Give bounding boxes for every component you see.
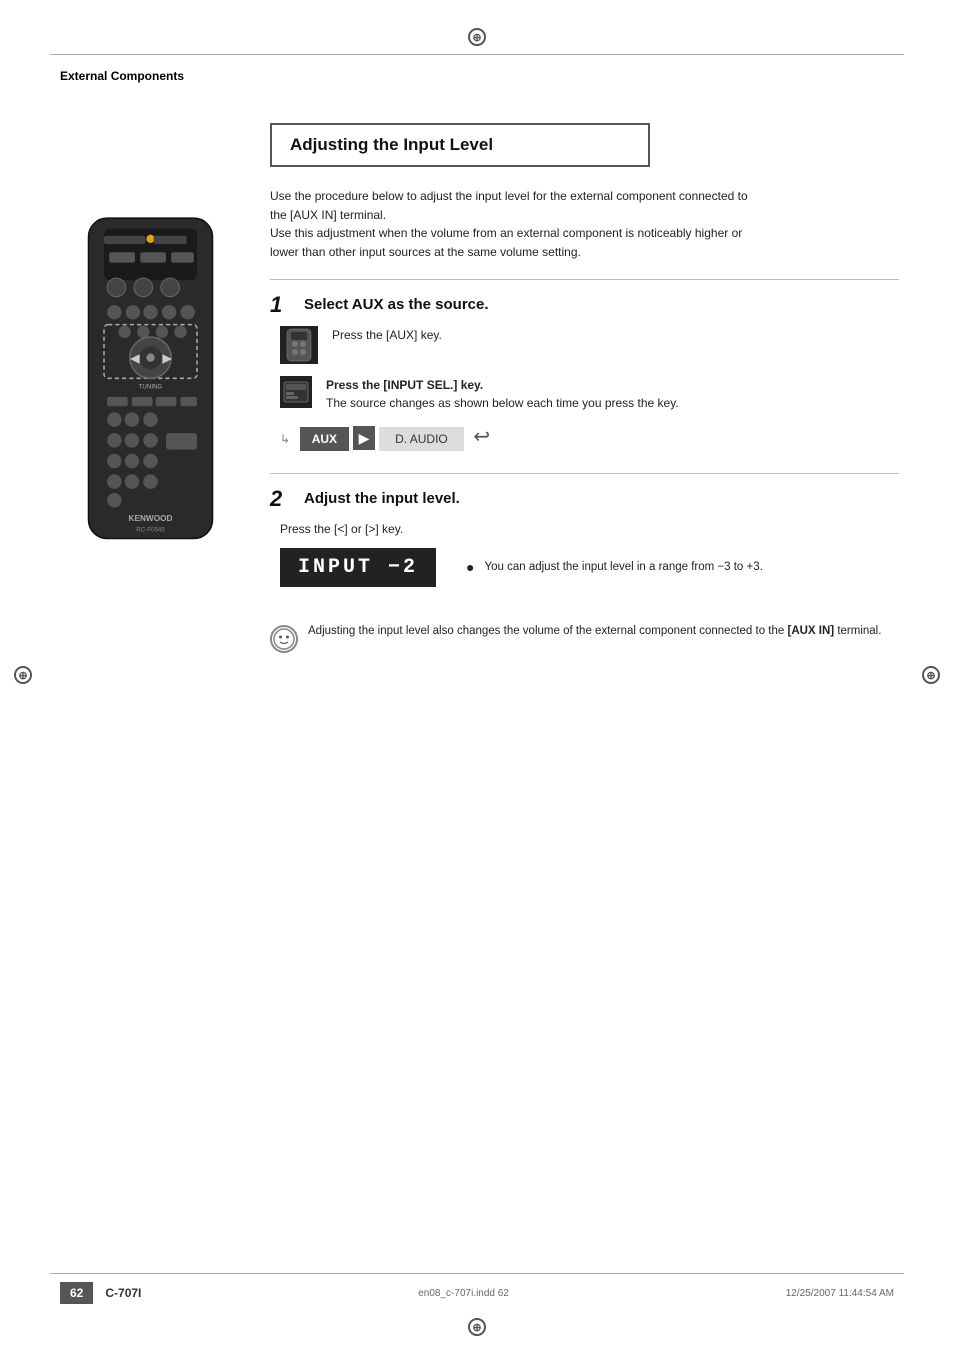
intro-line2: Use this adjustment when the volume from… — [270, 226, 742, 259]
svg-text:◀: ◀ — [129, 353, 139, 365]
right-reg-mark-circle: ⊕ — [922, 666, 940, 684]
section-label: External Components — [60, 69, 954, 83]
step-2-press-text: Press the [<] or [>] key. — [280, 520, 899, 538]
top-reg-mark: ⊕ — [468, 28, 486, 46]
display-note: You can adjust the input level in a rang… — [484, 559, 762, 576]
aux-press-text: Press the [AUX] key. — [332, 328, 442, 342]
intro-text: Use the procedure below to adjust the in… — [270, 187, 750, 261]
input-sel-icon-svg — [283, 381, 309, 403]
page-number: 62 — [60, 1282, 93, 1304]
source-current: AUX — [300, 427, 349, 451]
title-box: Adjusting the Input Level — [270, 123, 650, 167]
svg-text:KENWOOD: KENWOOD — [128, 514, 172, 523]
header-rule — [50, 54, 904, 55]
remote-mini-icon — [285, 328, 313, 362]
page-title: Adjusting the Input Level — [290, 135, 630, 155]
step-1-title: Select AUX as the source. — [304, 294, 489, 313]
svg-text:RC-F0545: RC-F0545 — [136, 526, 165, 533]
aux-key-icon — [280, 326, 318, 364]
input-display: INPUT −2 — [280, 548, 436, 587]
instructions-area: Adjusting the Input Level Use the proced… — [250, 123, 899, 653]
source-next: D. AUDIO — [379, 427, 464, 451]
step-2-title: Adjust the input level. — [304, 488, 460, 507]
footer-model: C-707I — [105, 1286, 141, 1300]
svg-text:▶: ▶ — [161, 353, 171, 365]
bottom-reg-mark: ⊕ — [468, 1318, 486, 1336]
remote-area: ◀ ▶ TUNING — [50, 213, 250, 653]
note-icon — [270, 625, 298, 653]
arrow-return: ↩ — [473, 426, 490, 448]
step-1-inputsel-text: Press the [INPUT SEL.] key. The source c… — [326, 376, 679, 412]
input-sel-sub: The source changes as shown below each t… — [326, 396, 679, 410]
bottom-note: Adjusting the input level also changes t… — [270, 617, 899, 653]
footer: 62 C-707I en08_c-707i.indd 62 12/25/2007… — [0, 1273, 954, 1350]
step-2-number: 2 — [270, 488, 296, 510]
right-reg-mark: ⊕ — [922, 666, 940, 684]
step-1: 1 Select AUX as the source. — [270, 279, 899, 469]
input-sel-label: Press the [INPUT SEL.] key. — [326, 378, 483, 392]
left-reg-mark: ⊕ — [14, 666, 32, 684]
bullet-icon: ● — [466, 559, 474, 575]
main-content: ◀ ▶ TUNING — [0, 123, 954, 653]
step-2: 2 Adjust the input level. Press the [<] … — [270, 473, 899, 605]
intro-line1: Use the procedure below to adjust the in… — [270, 189, 748, 222]
step-1-inputsel-instruction: Press the [INPUT SEL.] key. The source c… — [280, 376, 899, 412]
step-1-header: 1 Select AUX as the source. — [270, 294, 899, 316]
step-1-aux-instruction: Press the [AUX] key. — [280, 326, 899, 364]
footer-file: en08_c-707i.indd 62 — [418, 1288, 509, 1299]
left-reg-mark-circle: ⊕ — [14, 666, 32, 684]
svg-text:TUNING: TUNING — [138, 384, 162, 391]
footer-bottom-mark: ⊕ — [0, 1312, 954, 1350]
footer-content: 62 C-707I en08_c-707i.indd 62 12/25/2007… — [0, 1274, 954, 1312]
note-text-part2: terminal. — [834, 625, 881, 637]
source-arrow: ▶ — [353, 426, 376, 450]
step-2-display-row: INPUT −2 ● You can adjust the input leve… — [280, 548, 899, 587]
note-bold: [AUX IN] — [787, 625, 834, 637]
top-registration-area: ⊕ — [0, 0, 954, 54]
note-text: Adjusting the input level also changes t… — [308, 623, 881, 640]
page: ⊕ External Components ⊕ ⊕ — [0, 0, 954, 1350]
footer-date: 12/25/2007 11:44:54 AM — [786, 1288, 894, 1299]
step-1-number: 1 — [270, 294, 296, 316]
remote-control-image: ◀ ▶ TUNING — [73, 213, 228, 544]
source-cycle-diagram: ↳ AUX ▶ D. AUDIO ↩ — [280, 424, 899, 449]
note-face-icon — [273, 628, 295, 650]
step-2-header: 2 Adjust the input level. — [270, 488, 899, 510]
note-text-part1: Adjusting the input level also changes t… — [308, 625, 787, 637]
step-1-aux-text: Press the [AUX] key. — [332, 326, 442, 344]
input-sel-icon — [280, 376, 312, 408]
